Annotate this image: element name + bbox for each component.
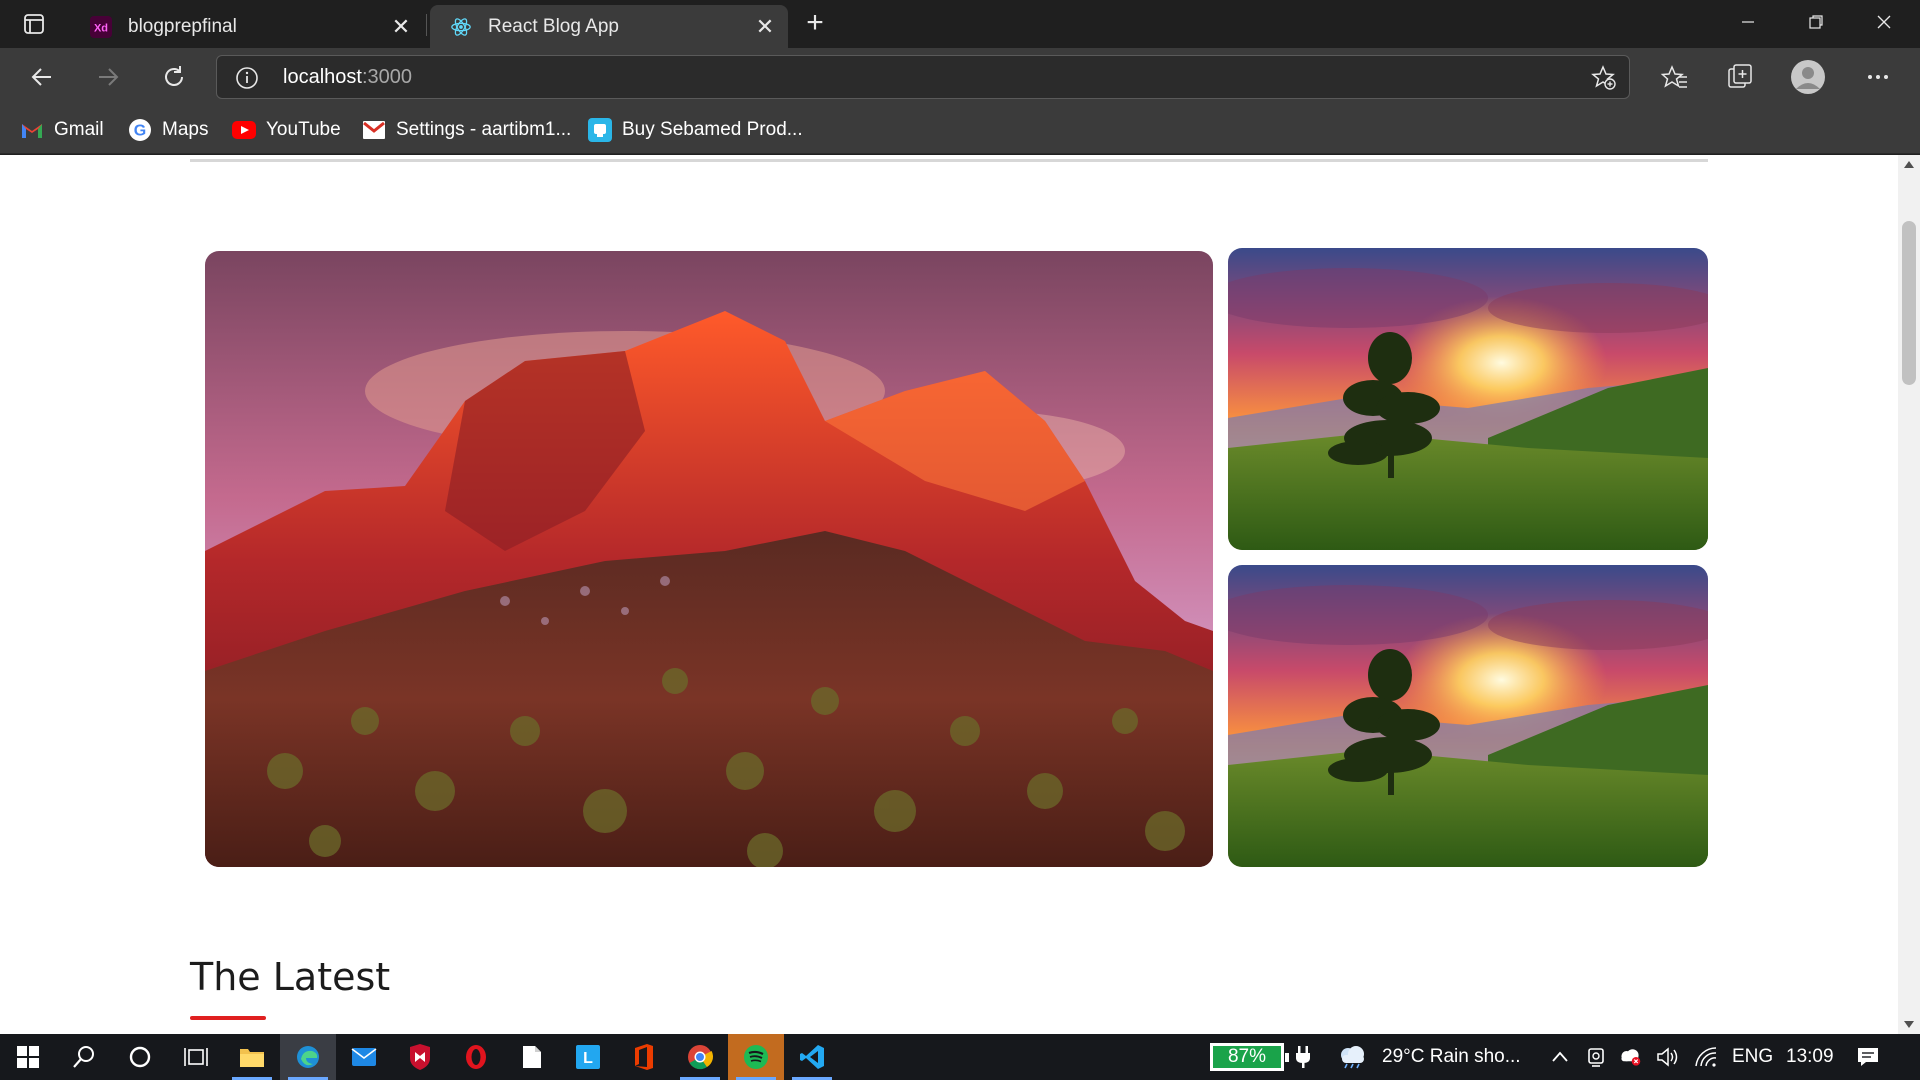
close-icon[interactable]: ✕: [754, 16, 776, 38]
bookmark-settings[interactable]: Settings - aartibm1...: [362, 116, 571, 144]
bookmark-sebamed[interactable]: Buy Sebamed Prod...: [588, 116, 803, 144]
svg-text:L: L: [583, 1050, 593, 1067]
mcafee-icon[interactable]: [392, 1034, 448, 1080]
sunset-image: [1228, 565, 1708, 867]
hero-image-main[interactable]: [205, 251, 1213, 867]
sebamed-icon: [588, 118, 612, 142]
chrome-icon[interactable]: [672, 1034, 728, 1080]
bookmark-label: YouTube: [266, 119, 341, 140]
battery-indicator[interactable]: 87%: [1210, 1043, 1289, 1071]
cortana-icon[interactable]: [112, 1034, 168, 1080]
language-indicator[interactable]: ENG: [1732, 1046, 1773, 1068]
vscode-icon[interactable]: [784, 1034, 840, 1080]
react-icon: [450, 16, 472, 38]
camera-icon[interactable]: [1584, 1045, 1608, 1069]
gmail-icon: [362, 118, 386, 142]
notepad-icon[interactable]: [504, 1034, 560, 1080]
opera-icon[interactable]: [448, 1034, 504, 1080]
tab-title: blogprepfinal: [128, 15, 237, 37]
hero-image-side-1[interactable]: [1228, 248, 1708, 550]
new-tab-button[interactable]: +: [800, 8, 830, 38]
chevron-up-icon[interactable]: [1548, 1045, 1572, 1069]
url-text[interactable]: localhost:3000: [283, 66, 412, 89]
more-options-icon[interactable]: [1862, 61, 1894, 93]
volume-icon[interactable]: [1656, 1045, 1680, 1069]
youtube-icon: [232, 118, 256, 142]
close-window-button[interactable]: [1850, 0, 1918, 44]
bookmark-label: Settings - aartibm1...: [396, 119, 572, 140]
svg-text:Xd: Xd: [94, 22, 108, 34]
title-underline: [190, 1016, 266, 1020]
tab-react-blog-app[interactable]: React Blog App ✕: [430, 5, 788, 48]
tab-title: React Blog App: [488, 15, 619, 37]
add-favorite-icon[interactable]: [1591, 65, 1617, 91]
wifi-icon[interactable]: [1694, 1045, 1718, 1069]
minimize-button[interactable]: [1714, 0, 1782, 44]
google-icon: G: [128, 118, 152, 142]
gmail-icon: [20, 118, 44, 142]
xd-icon: Xd: [90, 15, 112, 38]
refresh-button[interactable]: [156, 59, 192, 95]
search-icon[interactable]: [56, 1034, 112, 1080]
mountain-image: [205, 251, 1213, 867]
profile-avatar[interactable]: [1790, 59, 1826, 95]
favorites-icon[interactable]: [1658, 61, 1690, 93]
section-title: The Latest: [190, 955, 391, 999]
mail-icon[interactable]: [336, 1034, 392, 1080]
start-button[interactable]: [0, 1034, 56, 1080]
edge-icon[interactable]: [280, 1034, 336, 1080]
restore-button[interactable]: [1782, 0, 1850, 44]
bookmark-label: Gmail: [54, 119, 104, 140]
forward-button[interactable]: [90, 59, 126, 95]
divider: [190, 159, 1708, 162]
sunset-image: [1228, 248, 1708, 550]
onedrive-error-icon[interactable]: [1618, 1045, 1642, 1069]
bookmarks-bar: Gmail G Maps YouTube Settings - aartibm1…: [0, 106, 1920, 154]
page-scrollbar[interactable]: [1898, 155, 1920, 1034]
bookmark-maps[interactable]: G Maps: [128, 116, 208, 144]
tab-blogprepfinal[interactable]: Xd blogprepfinal ✕: [70, 5, 424, 48]
collections-icon[interactable]: [1724, 61, 1756, 93]
bookmark-gmail[interactable]: Gmail: [20, 116, 104, 144]
weather-text[interactable]: 29°C Rain sho...: [1382, 1046, 1521, 1068]
svg-text:G: G: [134, 123, 146, 140]
scroll-thumb[interactable]: [1902, 221, 1916, 385]
url-host: localhost: [283, 66, 362, 88]
l-app-icon[interactable]: L: [560, 1034, 616, 1080]
windows-taskbar: L 87% 29°C Rain sho... ENG 13:09: [0, 1034, 1920, 1080]
file-explorer-icon[interactable]: [224, 1034, 280, 1080]
tab-separator: [426, 14, 427, 36]
hero-image-side-2[interactable]: [1228, 565, 1708, 867]
close-icon[interactable]: ✕: [390, 16, 412, 38]
url-port: :3000: [361, 66, 412, 88]
back-button[interactable]: [24, 59, 60, 95]
office-icon[interactable]: [616, 1034, 672, 1080]
task-view-icon[interactable]: [168, 1034, 224, 1080]
info-icon[interactable]: [235, 66, 259, 90]
clock[interactable]: 13:09: [1786, 1046, 1834, 1068]
scroll-down-arrow-icon[interactable]: [1904, 1021, 1914, 1028]
address-bar[interactable]: localhost:3000: [216, 55, 1630, 99]
scroll-up-arrow-icon[interactable]: [1904, 161, 1914, 168]
notifications-icon[interactable]: [1856, 1045, 1880, 1069]
tab-actions-icon[interactable]: [22, 12, 46, 36]
spotify-icon[interactable]: [728, 1034, 784, 1080]
weather-cloud-icon[interactable]: [1336, 1045, 1368, 1069]
power-plug-icon: [1291, 1045, 1315, 1069]
bookmark-label: Buy Sebamed Prod...: [622, 119, 803, 140]
tab-strip: Xd blogprepfinal ✕ React Blog App ✕ +: [0, 0, 1920, 48]
page-content: The Latest: [0, 155, 1898, 1034]
bookmark-label: Maps: [162, 119, 209, 140]
bookmark-youtube[interactable]: YouTube: [232, 116, 341, 144]
browser-toolbar: localhost:3000: [0, 48, 1920, 106]
